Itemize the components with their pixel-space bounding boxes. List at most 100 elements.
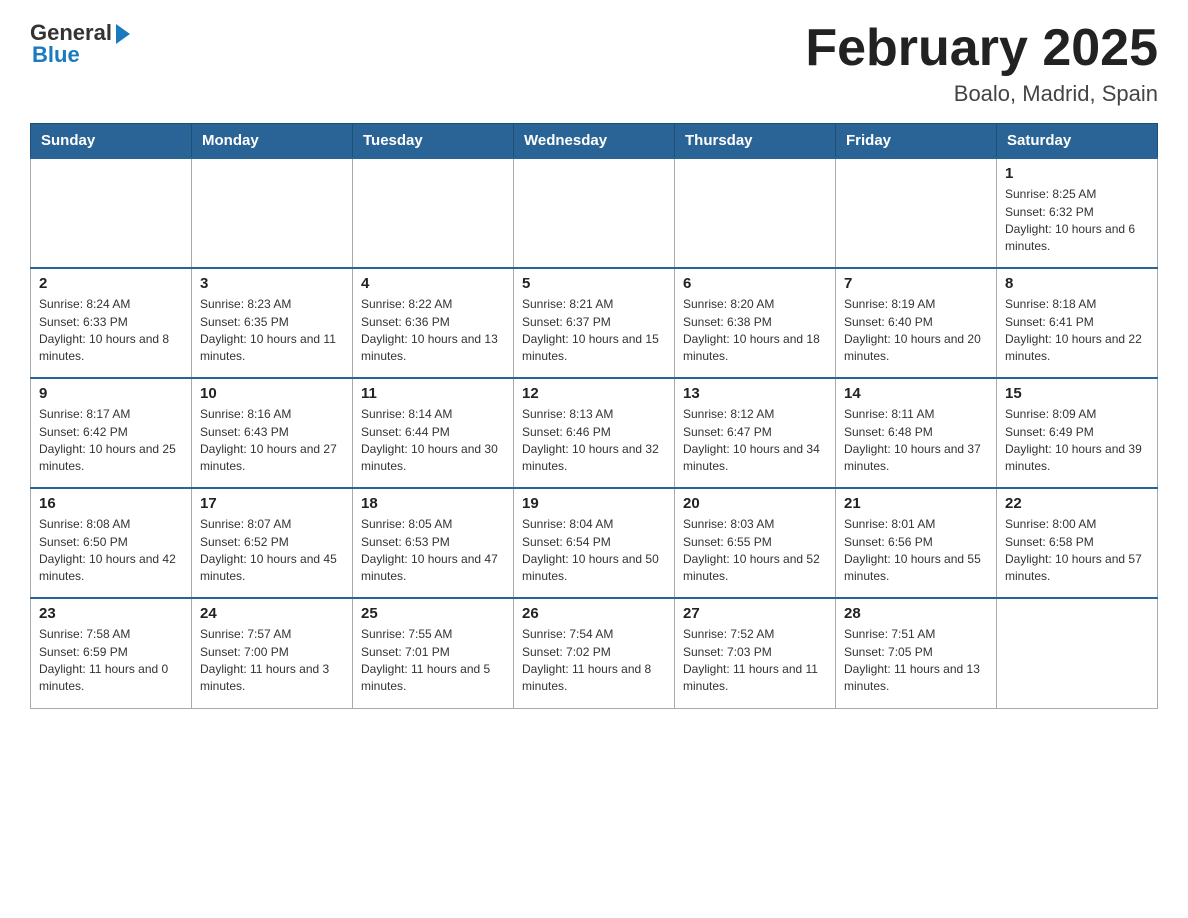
calendar-header: SundayMondayTuesdayWednesdayThursdayFrid… xyxy=(31,124,1158,159)
calendar-cell xyxy=(514,158,675,268)
day-info: Sunrise: 7:58 AMSunset: 6:59 PMDaylight:… xyxy=(39,626,183,696)
day-info: Sunrise: 8:17 AMSunset: 6:42 PMDaylight:… xyxy=(39,406,183,476)
calendar-cell: 28Sunrise: 7:51 AMSunset: 7:05 PMDayligh… xyxy=(836,598,997,708)
calendar-cell: 23 Sunrise: 7:58 AMSunset: 6:59 PMDayligh… xyxy=(31,598,192,708)
day-number: 4 xyxy=(361,275,505,292)
day-number: 22 xyxy=(1005,495,1149,512)
calendar-cell: 9 Sunrise: 8:17 AMSunset: 6:42 PMDaylight… xyxy=(31,378,192,488)
day-number: 25 xyxy=(361,605,505,622)
day-number: 28 xyxy=(844,605,988,622)
day-number: 19 xyxy=(522,495,666,512)
day-info: Sunrise: 8:24 AMSunset: 6:33 PMDaylight:… xyxy=(39,296,183,366)
day-info: Sunrise: 8:09 AMSunset: 6:49 PMDaylight:… xyxy=(1005,406,1149,476)
calendar-cell: 11 Sunrise: 8:14 AMSunset: 6:44 PMDayligh… xyxy=(353,378,514,488)
day-info: Sunrise: 8:13 AMSunset: 6:46 PMDaylight:… xyxy=(522,406,666,476)
calendar-cell xyxy=(353,158,514,268)
day-number: 12 xyxy=(522,385,666,402)
weekday-header-friday: Friday xyxy=(836,124,997,159)
day-number: 10 xyxy=(200,385,344,402)
calendar-week-row: 1 Sunrise: 8:25 AMSunset: 6:32 PMDaylight… xyxy=(31,158,1158,268)
day-info: Sunrise: 8:19 AMSunset: 6:40 PMDaylight:… xyxy=(844,296,988,366)
calendar-cell: 1 Sunrise: 8:25 AMSunset: 6:32 PMDaylight… xyxy=(997,158,1158,268)
weekday-header-monday: Monday xyxy=(192,124,353,159)
day-number: 6 xyxy=(683,275,827,292)
day-info: Sunrise: 8:18 AMSunset: 6:41 PMDaylight:… xyxy=(1005,296,1149,366)
day-info: Sunrise: 8:20 AMSunset: 6:38 PMDaylight:… xyxy=(683,296,827,366)
weekday-header-row: SundayMondayTuesdayWednesdayThursdayFrid… xyxy=(31,124,1158,159)
location-text: Boalo, Madrid, Spain xyxy=(805,81,1158,107)
page-header: General Blue February 2025 Boalo, Madrid… xyxy=(30,20,1158,107)
month-title: February 2025 xyxy=(805,20,1158,77)
calendar-cell xyxy=(31,158,192,268)
day-number: 21 xyxy=(844,495,988,512)
calendar-cell xyxy=(192,158,353,268)
day-info: Sunrise: 8:03 AMSunset: 6:55 PMDaylight:… xyxy=(683,516,827,586)
calendar-body: 1 Sunrise: 8:25 AMSunset: 6:32 PMDaylight… xyxy=(31,158,1158,708)
day-number: 15 xyxy=(1005,385,1149,402)
calendar-week-row: 16 Sunrise: 8:08 AMSunset: 6:50 PMDayligh… xyxy=(31,488,1158,598)
calendar-cell: 14Sunrise: 8:11 AMSunset: 6:48 PMDayligh… xyxy=(836,378,997,488)
calendar-cell xyxy=(836,158,997,268)
day-number: 23 xyxy=(39,605,183,622)
day-info: Sunrise: 8:01 AMSunset: 6:56 PMDaylight:… xyxy=(844,516,988,586)
calendar-cell: 21 Sunrise: 8:01 AMSunset: 6:56 PMDayligh… xyxy=(836,488,997,598)
calendar-cell: 6 Sunrise: 8:20 AMSunset: 6:38 PMDaylight… xyxy=(675,268,836,378)
calendar-cell: 16 Sunrise: 8:08 AMSunset: 6:50 PMDayligh… xyxy=(31,488,192,598)
calendar-cell: 10 Sunrise: 8:16 AMSunset: 6:43 PMDayligh… xyxy=(192,378,353,488)
day-number: 3 xyxy=(200,275,344,292)
day-number: 13 xyxy=(683,385,827,402)
calendar-cell: 8Sunrise: 8:18 AMSunset: 6:41 PMDaylight… xyxy=(997,268,1158,378)
calendar-cell: 25 Sunrise: 7:55 AMSunset: 7:01 PMDayligh… xyxy=(353,598,514,708)
day-number: 5 xyxy=(522,275,666,292)
logo-blue-text: Blue xyxy=(32,42,80,68)
day-info: Sunrise: 7:57 AMSunset: 7:00 PMDaylight:… xyxy=(200,626,344,696)
day-info: Sunrise: 8:22 AMSunset: 6:36 PMDaylight:… xyxy=(361,296,505,366)
calendar-week-row: 9 Sunrise: 8:17 AMSunset: 6:42 PMDaylight… xyxy=(31,378,1158,488)
weekday-header-tuesday: Tuesday xyxy=(353,124,514,159)
day-number: 18 xyxy=(361,495,505,512)
day-info: Sunrise: 8:08 AMSunset: 6:50 PMDaylight:… xyxy=(39,516,183,586)
weekday-header-thursday: Thursday xyxy=(675,124,836,159)
day-info: Sunrise: 8:14 AMSunset: 6:44 PMDaylight:… xyxy=(361,406,505,476)
calendar-cell: 17Sunrise: 8:07 AMSunset: 6:52 PMDayligh… xyxy=(192,488,353,598)
day-number: 11 xyxy=(361,385,505,402)
day-info: Sunrise: 7:54 AMSunset: 7:02 PMDaylight:… xyxy=(522,626,666,696)
calendar-cell: 15 Sunrise: 8:09 AMSunset: 6:49 PMDayligh… xyxy=(997,378,1158,488)
title-block: February 2025 Boalo, Madrid, Spain xyxy=(805,20,1158,107)
weekday-header-wednesday: Wednesday xyxy=(514,124,675,159)
day-number: 24 xyxy=(200,605,344,622)
day-number: 27 xyxy=(683,605,827,622)
day-info: Sunrise: 8:00 AMSunset: 6:58 PMDaylight:… xyxy=(1005,516,1149,586)
weekday-header-saturday: Saturday xyxy=(997,124,1158,159)
day-info: Sunrise: 8:21 AMSunset: 6:37 PMDaylight:… xyxy=(522,296,666,366)
calendar-cell: 5 Sunrise: 8:21 AMSunset: 6:37 PMDaylight… xyxy=(514,268,675,378)
weekday-header-sunday: Sunday xyxy=(31,124,192,159)
day-number: 9 xyxy=(39,385,183,402)
day-number: 1 xyxy=(1005,165,1149,182)
calendar-cell: 26 Sunrise: 7:54 AMSunset: 7:02 PMDayligh… xyxy=(514,598,675,708)
day-info: Sunrise: 8:04 AMSunset: 6:54 PMDaylight:… xyxy=(522,516,666,586)
day-number: 2 xyxy=(39,275,183,292)
calendar-week-row: 23 Sunrise: 7:58 AMSunset: 6:59 PMDayligh… xyxy=(31,598,1158,708)
day-info: Sunrise: 8:05 AMSunset: 6:53 PMDaylight:… xyxy=(361,516,505,586)
calendar-cell: 3Sunrise: 8:23 AMSunset: 6:35 PMDaylight… xyxy=(192,268,353,378)
day-number: 14 xyxy=(844,385,988,402)
logo: General Blue xyxy=(30,20,130,68)
day-info: Sunrise: 8:12 AMSunset: 6:47 PMDaylight:… xyxy=(683,406,827,476)
calendar-cell: 18 Sunrise: 8:05 AMSunset: 6:53 PMDayligh… xyxy=(353,488,514,598)
day-info: Sunrise: 8:25 AMSunset: 6:32 PMDaylight:… xyxy=(1005,186,1149,256)
calendar-cell: 7 Sunrise: 8:19 AMSunset: 6:40 PMDaylight… xyxy=(836,268,997,378)
day-info: Sunrise: 7:55 AMSunset: 7:01 PMDaylight:… xyxy=(361,626,505,696)
day-number: 16 xyxy=(39,495,183,512)
day-number: 17 xyxy=(200,495,344,512)
calendar-cell: 13 Sunrise: 8:12 AMSunset: 6:47 PMDayligh… xyxy=(675,378,836,488)
day-number: 26 xyxy=(522,605,666,622)
calendar-cell xyxy=(997,598,1158,708)
calendar-week-row: 2 Sunrise: 8:24 AMSunset: 6:33 PMDaylight… xyxy=(31,268,1158,378)
calendar-cell: 27Sunrise: 7:52 AMSunset: 7:03 PMDayligh… xyxy=(675,598,836,708)
calendar-cell xyxy=(675,158,836,268)
day-info: Sunrise: 8:16 AMSunset: 6:43 PMDaylight:… xyxy=(200,406,344,476)
calendar-table: SundayMondayTuesdayWednesdayThursdayFrid… xyxy=(30,123,1158,709)
day-number: 7 xyxy=(844,275,988,292)
calendar-cell: 2 Sunrise: 8:24 AMSunset: 6:33 PMDaylight… xyxy=(31,268,192,378)
